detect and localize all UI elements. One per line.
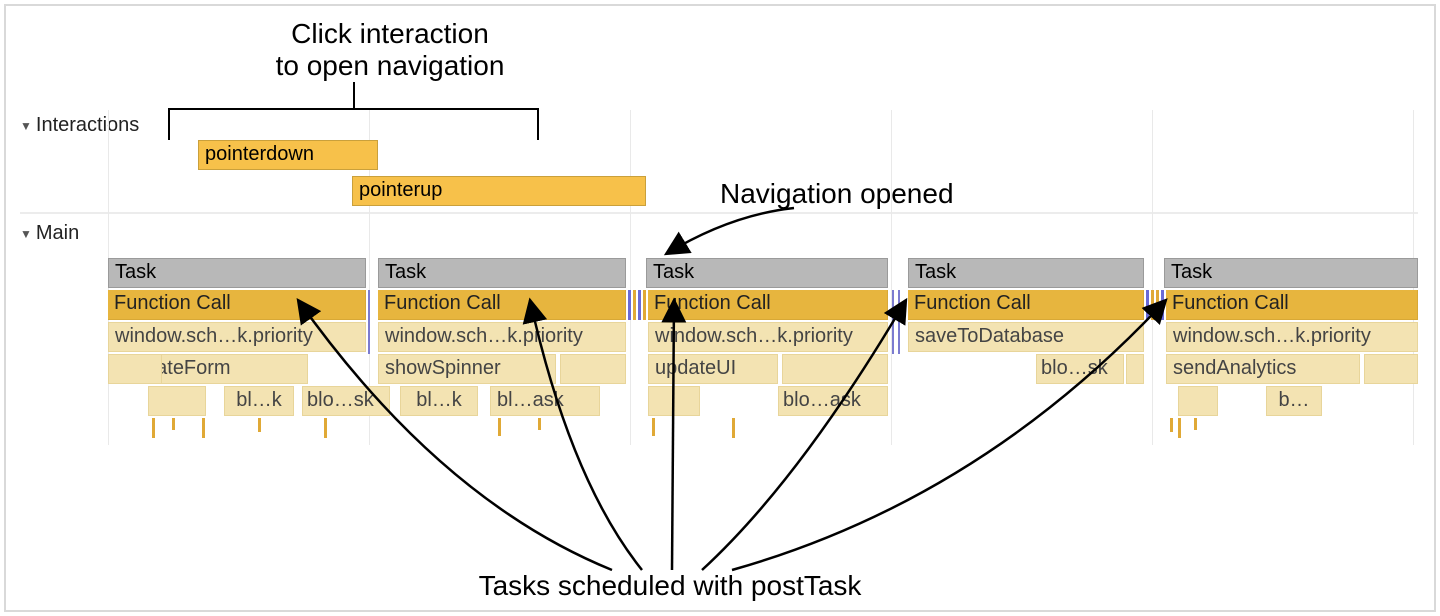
flame-entry[interactable] bbox=[560, 354, 626, 384]
entry-label: window.sch…k.priority bbox=[1173, 325, 1371, 347]
flame-function-call[interactable]: Function Call bbox=[378, 290, 626, 320]
flame-entry[interactable]: window.sch…k.priority bbox=[648, 322, 888, 352]
entry-label: showSpinner bbox=[385, 357, 501, 379]
flame-task[interactable]: Task bbox=[108, 258, 366, 288]
flame-entry[interactable] bbox=[148, 386, 206, 416]
entry-label: blo…ask bbox=[783, 389, 861, 411]
flame-ticks bbox=[646, 418, 888, 442]
flame-entry[interactable]: bl…k bbox=[224, 386, 294, 416]
entry-label: window.sch…k.priority bbox=[655, 325, 853, 347]
annotation-text: Click interaction bbox=[210, 18, 570, 50]
annotation-posttask: Tasks scheduled with postTask bbox=[400, 570, 940, 602]
flame-task[interactable]: Task bbox=[908, 258, 1144, 288]
flame-function-call[interactable]: Function Call bbox=[648, 290, 888, 320]
flame-entry[interactable] bbox=[108, 354, 162, 384]
flame-entry[interactable] bbox=[1126, 354, 1144, 384]
flame-entry[interactable]: window.sch…k.priority bbox=[1166, 322, 1418, 352]
fn-label: Function Call bbox=[1172, 292, 1289, 314]
flame-ticks bbox=[108, 418, 366, 442]
flame-entry[interactable]: showSpinner bbox=[378, 354, 556, 384]
flame-entry[interactable]: window.sch…k.priority bbox=[108, 322, 366, 352]
flame-entry[interactable]: blo…ask bbox=[778, 386, 888, 416]
entry-label: saveToDatabase bbox=[915, 325, 1064, 347]
flame-function-call[interactable]: Function Call bbox=[108, 290, 366, 320]
track-header-interactions[interactable]: ▼ Interactions bbox=[20, 114, 139, 137]
fn-label: Function Call bbox=[914, 292, 1031, 314]
track-label-text: Main bbox=[36, 222, 79, 245]
interactions-lane[interactable]: pointerdown pointerup bbox=[108, 140, 1418, 210]
flame-function-call[interactable]: Function Call bbox=[908, 290, 1144, 320]
entry-label: bl…k bbox=[416, 389, 462, 411]
task-label: Task bbox=[653, 261, 694, 283]
annotation-click-interaction: Click interaction to open navigation bbox=[210, 18, 570, 82]
entry-label: window.sch…k.priority bbox=[385, 325, 583, 347]
flame-entry[interactable]: blo…sk bbox=[302, 386, 390, 416]
track-label-text: Interactions bbox=[36, 114, 139, 137]
entry-label: updateUI bbox=[655, 357, 736, 379]
fn-label: Function Call bbox=[384, 292, 501, 314]
chevron-down-icon: ▼ bbox=[20, 119, 32, 133]
track-header-main[interactable]: ▼ Main bbox=[20, 222, 79, 245]
annotation-bracket bbox=[168, 108, 539, 128]
task-label: Task bbox=[915, 261, 956, 283]
flame-stripes bbox=[1146, 290, 1168, 320]
interaction-pointerup[interactable]: pointerup bbox=[352, 176, 646, 206]
flame-entry[interactable]: saveToDatabase bbox=[908, 322, 1144, 352]
flame-task[interactable]: Task bbox=[378, 258, 626, 288]
flame-function-call[interactable]: Function Call bbox=[1166, 290, 1418, 320]
entry-label: bl…k bbox=[236, 389, 282, 411]
flame-entry[interactable]: updateUI bbox=[648, 354, 778, 384]
entry-label: window.sch…k.priority bbox=[115, 325, 313, 347]
task-label: Task bbox=[385, 261, 426, 283]
flame-sliver bbox=[368, 290, 370, 354]
lane-divider bbox=[20, 212, 1418, 214]
entry-label: blo…sk bbox=[1041, 357, 1108, 379]
flame-ticks bbox=[1164, 418, 1418, 442]
task-label: Task bbox=[115, 261, 156, 283]
flame-entry[interactable]: blo…sk bbox=[1036, 354, 1124, 384]
flame-entry[interactable] bbox=[1178, 386, 1218, 416]
entry-label: b… bbox=[1278, 389, 1309, 411]
entry-label: blo…sk bbox=[307, 389, 374, 411]
flame-entry[interactable]: sendAnalytics bbox=[1166, 354, 1360, 384]
flame-sliver bbox=[898, 290, 900, 354]
flame-entry[interactable] bbox=[1364, 354, 1418, 384]
fn-label: Function Call bbox=[114, 292, 231, 314]
flame-stripes bbox=[628, 290, 648, 320]
entry-label: bl…ask bbox=[497, 389, 564, 411]
interaction-label: pointerup bbox=[359, 179, 442, 201]
flame-entry[interactable]: bl…k bbox=[400, 386, 478, 416]
flame-sliver bbox=[892, 290, 894, 354]
interaction-pointerdown[interactable]: pointerdown bbox=[198, 140, 378, 170]
flame-task[interactable]: Task bbox=[1164, 258, 1418, 288]
entry-label: sendAnalytics bbox=[1173, 357, 1296, 379]
interaction-label: pointerdown bbox=[205, 143, 314, 165]
flame-entry[interactable]: bl…ask bbox=[490, 386, 600, 416]
flame-entry[interactable]: window.sch…k.priority bbox=[378, 322, 626, 352]
annotation-text: Tasks scheduled with postTask bbox=[479, 570, 862, 601]
flame-entry[interactable]: b… bbox=[1266, 386, 1322, 416]
flame-entry[interactable] bbox=[782, 354, 888, 384]
flame-ticks bbox=[378, 418, 626, 442]
chevron-down-icon: ▼ bbox=[20, 227, 32, 241]
annotation-text: to open navigation bbox=[210, 50, 570, 82]
task-label: Task bbox=[1171, 261, 1212, 283]
flame-task[interactable]: Task bbox=[646, 258, 888, 288]
fn-label: Function Call bbox=[654, 292, 771, 314]
flame-entry[interactable] bbox=[648, 386, 700, 416]
